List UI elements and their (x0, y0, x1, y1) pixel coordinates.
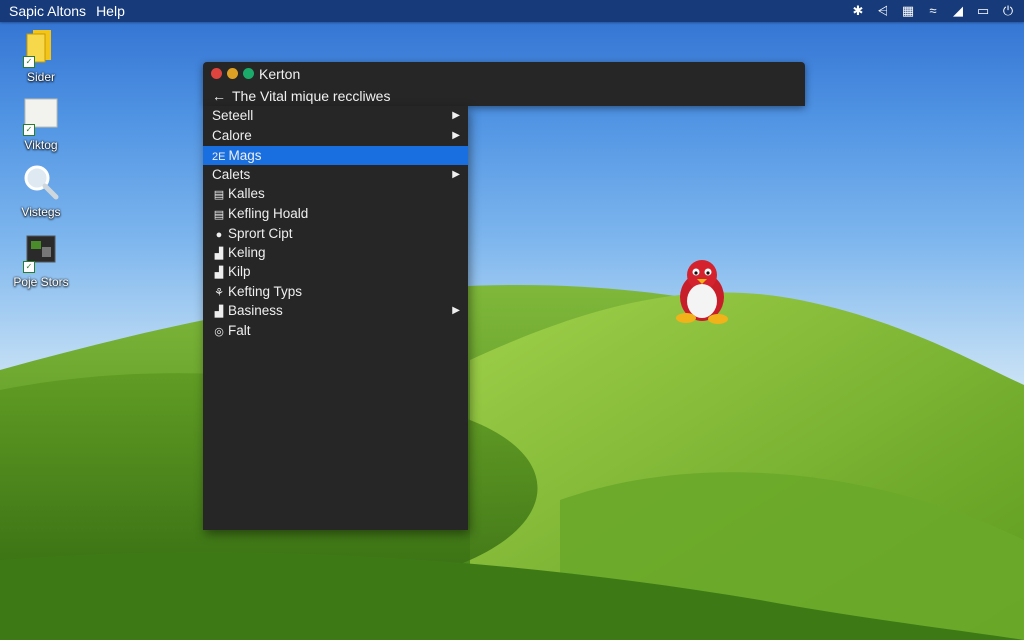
menu-item-label: Calets (212, 167, 251, 182)
menu-item-kefting-typs[interactable]: ⚘ Kefting Typs (203, 282, 468, 301)
menu-item-basiness[interactable]: ▟ Basiness ▶ (203, 301, 468, 320)
maximize-icon[interactable] (243, 68, 254, 79)
menu-item-label: Kefting Typs (228, 284, 303, 299)
desktop-icon-label: Viktog (24, 138, 58, 152)
system-tray: ✱ ⩤ ▦ ≈ ◢ ▭ ⏻ (850, 0, 1016, 22)
app-window: Kerton ← The Vital mique reccliwes (203, 62, 805, 106)
menu-item-label: Sprort Cipt (228, 226, 293, 241)
menu-item-calore[interactable]: Calore ▶ (203, 126, 468, 145)
menu-item-label: Kilp (228, 264, 251, 279)
window-title: Kerton (259, 66, 301, 82)
dropdown-menu: Seteell ▶ Calore ▶ 2E Mags Calets ▶ ▤ Kall… (203, 106, 468, 530)
share-icon[interactable]: ⩤ (875, 0, 891, 22)
power-icon[interactable]: ⏻ (1000, 0, 1016, 22)
close-icon[interactable] (211, 68, 222, 79)
menu-item-falt[interactable]: ◎ Falt (203, 321, 468, 340)
briefcase-icon: ▟ (214, 306, 224, 318)
window-controls (211, 68, 254, 79)
menu-item-label: Calore (212, 128, 252, 143)
menu-item-label: Basiness (228, 303, 283, 318)
magnifier-icon (21, 163, 61, 203)
menu-item-calets[interactable]: Calets ▶ (203, 165, 468, 184)
submenu-arrow-icon: ▶ (452, 305, 460, 316)
submenu-arrow-icon: ▶ (452, 169, 460, 180)
menu-item-label: Keling (228, 245, 266, 260)
menu-item-label: Falt (228, 323, 251, 338)
nav-text: The Vital mique reccliwes (232, 88, 391, 104)
desktop-icon-poje-stors[interactable]: ✓ Poje Stors (1, 233, 81, 289)
calendar-icon[interactable]: ▦ (900, 0, 916, 22)
desktop-icon-label: Poje Stors (13, 275, 69, 289)
bag-icon: ▟ (214, 267, 224, 279)
menu-item-label: Kefling Hoald (228, 206, 309, 221)
menu-item-sprort-cipt[interactable]: ● Sprort Cipt (203, 224, 468, 243)
list-icon: ▤ (213, 209, 225, 221)
top-menu-bar: Sapic Altons Help ✱ ⩤ ▦ ≈ ◢ ▭ ⏻ (0, 0, 1024, 22)
penguin-mascot (676, 260, 728, 324)
window-icon[interactable]: ▭ (975, 0, 991, 22)
menu-item-label: Mags (228, 148, 262, 163)
menu-item-label: Seteell (212, 108, 254, 123)
menu-item-seteell[interactable]: Seteell ▶ (203, 106, 468, 125)
power-circle-icon: ◎ (214, 326, 224, 338)
photo-icon: ✓ (21, 233, 61, 273)
menu-item-mags[interactable]: 2E Mags (203, 146, 468, 165)
menu-app[interactable]: Sapic Altons (0, 0, 91, 22)
menu-item-kefling-hoald[interactable]: ▤ Kefling Hoald (203, 204, 468, 223)
menu-item-kilp[interactable]: ▟ Kilp (203, 262, 468, 281)
desktop-icon-vistegs[interactable]: Vistegs (1, 163, 81, 219)
folder-icon: ✓ (21, 28, 61, 68)
submenu-arrow-icon: ▶ (452, 130, 460, 141)
back-arrow-icon[interactable]: ← (212, 88, 226, 104)
desktop-icon-sider[interactable]: ✓ Sider (1, 28, 81, 84)
document-icon: ✓ (21, 96, 61, 136)
nav-row: ← The Vital mique reccliwes (212, 88, 390, 104)
submenu-arrow-icon: ▶ (452, 110, 460, 121)
desktop-icon-label: Sider (26, 70, 55, 84)
desktop-icon-label: Vistegs (21, 205, 61, 219)
menu-item-keling[interactable]: ▟ Keling (203, 243, 468, 262)
sound-icon[interactable]: ≈ (925, 0, 941, 22)
menu-item-label: Kalles (228, 186, 265, 201)
network-icon[interactable]: ◢ (950, 0, 966, 22)
desktop-icon-viktog[interactable]: ✓ Viktog (1, 96, 81, 152)
menu-item-kalles[interactable]: ▤ Kalles (203, 184, 468, 203)
menu-help[interactable]: Help (91, 0, 130, 22)
list-icon: ▤ (213, 189, 225, 201)
gear-icon[interactable]: ✱ (850, 0, 866, 22)
minimize-icon[interactable] (227, 68, 238, 79)
